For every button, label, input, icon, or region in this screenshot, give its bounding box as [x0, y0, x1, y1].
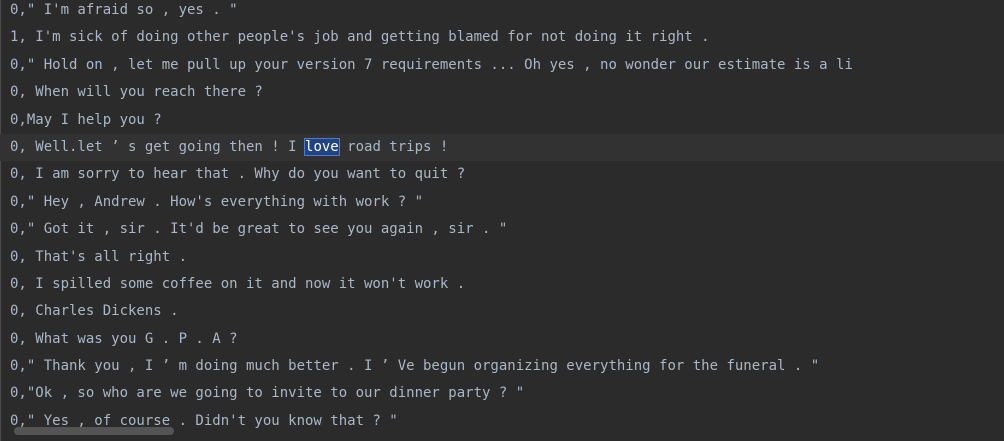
editor-line-13[interactable]: 0, What was you G . P . A ?: [0, 326, 1004, 353]
code-editor[interactable]: 0," I'm afraid so , yes . " 1, I'm sick …: [0, 0, 1004, 441]
editor-line-15[interactable]: 0,"Ok , so who are we going to invite to…: [0, 380, 1004, 407]
editor-line-2[interactable]: 1, I'm sick of doing other people's job …: [0, 24, 1004, 51]
selected-word[interactable]: love: [304, 137, 340, 156]
editor-line-4[interactable]: 0, When will you reach there ?: [0, 79, 1004, 106]
editor-line-14[interactable]: 0," Thank you , I ’ m doing much better …: [0, 353, 1004, 380]
editor-lines: 0," I'm afraid so , yes . " 1, I'm sick …: [0, 0, 1004, 435]
editor-line-8[interactable]: 0," Hey , Andrew . How's everything with…: [0, 189, 1004, 216]
editor-line-6-current[interactable]: 0, Well.let ’ s get going then ! I love …: [0, 133, 1004, 162]
horizontal-scrollbar-thumb[interactable]: [14, 427, 174, 435]
editor-line-11[interactable]: 0, I spilled some coffee on it and now i…: [0, 271, 1004, 298]
editor-line-9[interactable]: 0," Got it , sir . It'd be great to see …: [0, 216, 1004, 243]
editor-line-5[interactable]: 0,May I help you ?: [0, 107, 1004, 134]
editor-line-10[interactable]: 0, That's all right .: [0, 244, 1004, 271]
editor-line-12[interactable]: 0, Charles Dickens .: [0, 298, 1004, 325]
editor-line-7[interactable]: 0, I am sorry to hear that . Why do you …: [0, 161, 1004, 188]
line-text-after-selection: road trips !: [338, 138, 449, 155]
line-text-before-selection: 0, Well.let ’ s get going then ! I: [10, 138, 306, 155]
editor-line-1[interactable]: 0," I'm afraid so , yes . ": [0, 0, 1004, 24]
editor-line-3[interactable]: 0," Hold on , let me pull up your versio…: [0, 52, 1004, 79]
